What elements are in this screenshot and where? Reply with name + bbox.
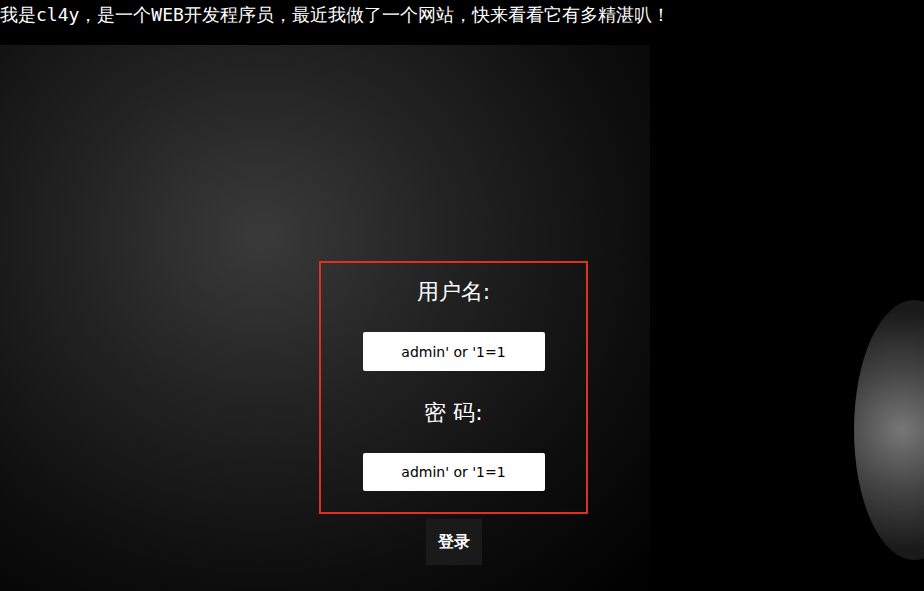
login-button[interactable]: 登录 [426, 519, 482, 565]
login-form: 用户名: 密 码: [319, 261, 588, 514]
background-orb [854, 300, 924, 560]
text-field[interactable] [363, 453, 545, 491]
login-page: 我是cl4y，是一个WEB开发程序员，最近我做了一个网站，快来看看它有多精湛叭！… [0, 0, 924, 591]
field-label: 用户名: [417, 277, 490, 307]
background-photo [0, 45, 650, 591]
field-label: 密 码: [424, 398, 482, 428]
text-field[interactable] [363, 332, 545, 371]
intro-text: 我是cl4y，是一个WEB开发程序员，最近我做了一个网站，快来看看它有多精湛叭！ [0, 0, 924, 30]
stage: 用户名: 密 码: 登录 [0, 30, 924, 591]
